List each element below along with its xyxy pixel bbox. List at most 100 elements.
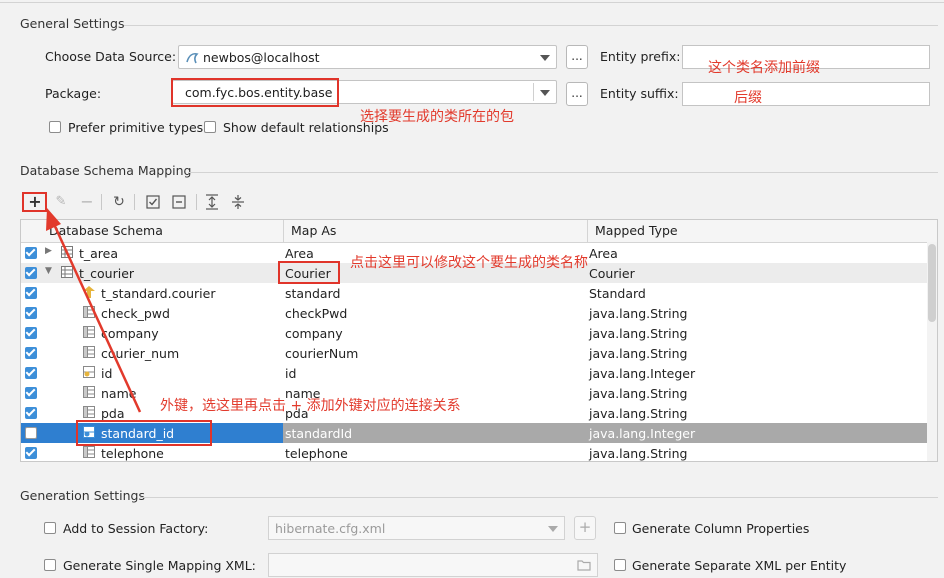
mapped-type-cell[interactable]: java.lang.String — [589, 306, 687, 321]
show-default-relationships-checkbox[interactable] — [204, 121, 216, 133]
mapped-type-cell[interactable]: java.lang.String — [589, 446, 687, 461]
schema-name-cell: pda — [101, 406, 125, 421]
collapse-arrow-icon[interactable]: ▼ — [45, 266, 52, 276]
mapped-type-cell[interactable]: java.lang.Integer — [589, 366, 695, 381]
generation-settings-divider — [140, 497, 938, 498]
column-icon — [83, 306, 95, 318]
separate-xml-label: Generate Separate XML per Entity — [632, 558, 847, 573]
expand-arrow-icon[interactable]: ▶ — [45, 246, 52, 256]
mapped-type-cell[interactable]: Standard — [589, 286, 646, 301]
toolbar-separator — [196, 194, 197, 210]
map-as-cell[interactable]: id — [285, 366, 296, 381]
toolbar-separator — [134, 194, 135, 210]
map-as-highlight-box — [278, 261, 340, 284]
session-factory-combo[interactable]: hibernate.cfg.xml — [268, 516, 565, 540]
column-header-schema[interactable]: Database Schema — [49, 223, 163, 238]
schema-name-cell: courier_num — [101, 346, 180, 361]
row-checkbox[interactable] — [25, 447, 37, 459]
schema-name-cell: t_courier — [79, 266, 135, 281]
table-row[interactable]: name name java.lang.String — [21, 383, 927, 403]
column-icon — [83, 326, 95, 338]
foreign-key-annotation: 外键，选这里再点击 + 添加外键对应的连接关系 — [160, 398, 461, 414]
schema-name-cell: t_area — [79, 246, 119, 261]
chevron-down-icon[interactable] — [540, 55, 550, 61]
table-row[interactable]: check_pwd checkPwd java.lang.String — [21, 303, 927, 323]
combo-divider — [533, 83, 534, 101]
map-as-cell[interactable]: standardId — [285, 426, 352, 441]
schema-name-cell: name — [101, 386, 137, 401]
schema-name-cell: check_pwd — [101, 306, 170, 321]
mapped-type-cell[interactable]: java.lang.String — [589, 406, 687, 421]
scrollbar-thumb[interactable] — [928, 244, 936, 322]
prefer-primitive-checkbox[interactable] — [49, 121, 61, 133]
data-source-browse-button[interactable]: ... — [566, 45, 588, 69]
mysql-icon — [186, 52, 199, 64]
table-row[interactable]: id id java.lang.Integer — [21, 363, 927, 383]
edit-icon[interactable]: ✎ — [52, 193, 70, 211]
row-checkbox[interactable] — [25, 387, 37, 399]
row-checkbox[interactable] — [25, 307, 37, 319]
row-checkbox[interactable] — [25, 267, 37, 279]
row-checkbox[interactable] — [25, 327, 37, 339]
entity-suffix-input[interactable] — [682, 82, 930, 106]
row-checkbox[interactable] — [25, 347, 37, 359]
check-all-icon[interactable] — [146, 195, 160, 209]
row-checkbox[interactable] — [25, 287, 37, 299]
prefer-primitive-label: Prefer primitive types — [68, 120, 204, 135]
table-row[interactable]: courier_num courierNum java.lang.String — [21, 343, 927, 363]
generation-settings-title: Generation Settings — [20, 488, 145, 503]
table-row[interactable]: t_standard.courier standard Standard — [21, 283, 927, 303]
general-settings-title: General Settings — [20, 16, 125, 31]
remove-icon[interactable]: − — [78, 193, 96, 211]
mapping-title: Database Schema Mapping — [20, 163, 192, 178]
map-as-cell[interactable]: Area — [285, 246, 314, 261]
expand-all-icon[interactable] — [205, 194, 219, 210]
single-mapping-path-input[interactable] — [268, 553, 598, 577]
mapped-type-cell[interactable]: java.lang.String — [589, 346, 687, 361]
folder-icon[interactable] — [577, 559, 591, 571]
session-factory-add-button[interactable]: + — [574, 516, 596, 540]
entity-prefix-label: Entity prefix: — [600, 49, 681, 64]
session-factory-label: Add to Session Factory: — [63, 521, 209, 536]
mapped-type-cell[interactable]: java.lang.String — [589, 326, 687, 341]
schema-name-cell: telephone — [101, 446, 164, 461]
session-factory-value: hibernate.cfg.xml — [275, 521, 386, 536]
table-row[interactable]: company company java.lang.String — [21, 323, 927, 343]
refresh-icon[interactable]: ↻ — [110, 193, 128, 211]
map-as-cell[interactable]: company — [285, 326, 343, 341]
mapped-type-cell[interactable]: Courier — [589, 266, 635, 281]
single-mapping-checkbox[interactable] — [44, 559, 56, 571]
separate-xml-checkbox[interactable] — [614, 559, 626, 571]
show-default-relationships-label: Show default relationships — [223, 120, 389, 135]
mapped-type-cell[interactable]: java.lang.Integer — [589, 426, 695, 441]
chevron-down-icon[interactable] — [540, 90, 550, 96]
row-checkbox[interactable] — [25, 427, 37, 439]
chevron-down-icon[interactable] — [548, 526, 558, 532]
table-icon — [61, 266, 73, 278]
map-as-cell[interactable]: standard — [285, 286, 340, 301]
collapse-all-icon[interactable] — [231, 194, 245, 210]
column-properties-checkbox[interactable] — [614, 522, 626, 534]
map-as-cell[interactable]: telephone — [285, 446, 348, 461]
row-checkbox[interactable] — [25, 367, 37, 379]
package-highlight-box — [171, 78, 339, 107]
row-checkbox[interactable] — [25, 407, 37, 419]
schema-name-cell: t_standard.courier — [101, 286, 216, 301]
add-icon[interactable]: + — [26, 193, 44, 211]
column-icon — [83, 346, 95, 358]
session-factory-checkbox[interactable] — [44, 522, 56, 534]
row-checkbox[interactable] — [25, 247, 37, 259]
column-header-mapped-type[interactable]: Mapped Type — [595, 223, 678, 238]
map-as-cell[interactable]: courierNum — [285, 346, 358, 361]
column-icon — [83, 406, 95, 418]
package-browse-button[interactable]: ... — [566, 82, 588, 106]
mapped-type-cell[interactable]: Area — [589, 246, 618, 261]
mapped-type-cell[interactable]: java.lang.String — [589, 386, 687, 401]
map-as-cell[interactable]: checkPwd — [285, 306, 347, 321]
column-separator — [283, 220, 284, 242]
schema-name-cell: company — [101, 326, 159, 341]
column-separator — [587, 220, 588, 242]
data-source-combo[interactable]: newbos@localhost — [178, 45, 557, 69]
column-header-map-as[interactable]: Map As — [291, 223, 336, 238]
uncheck-all-icon[interactable] — [172, 195, 186, 209]
